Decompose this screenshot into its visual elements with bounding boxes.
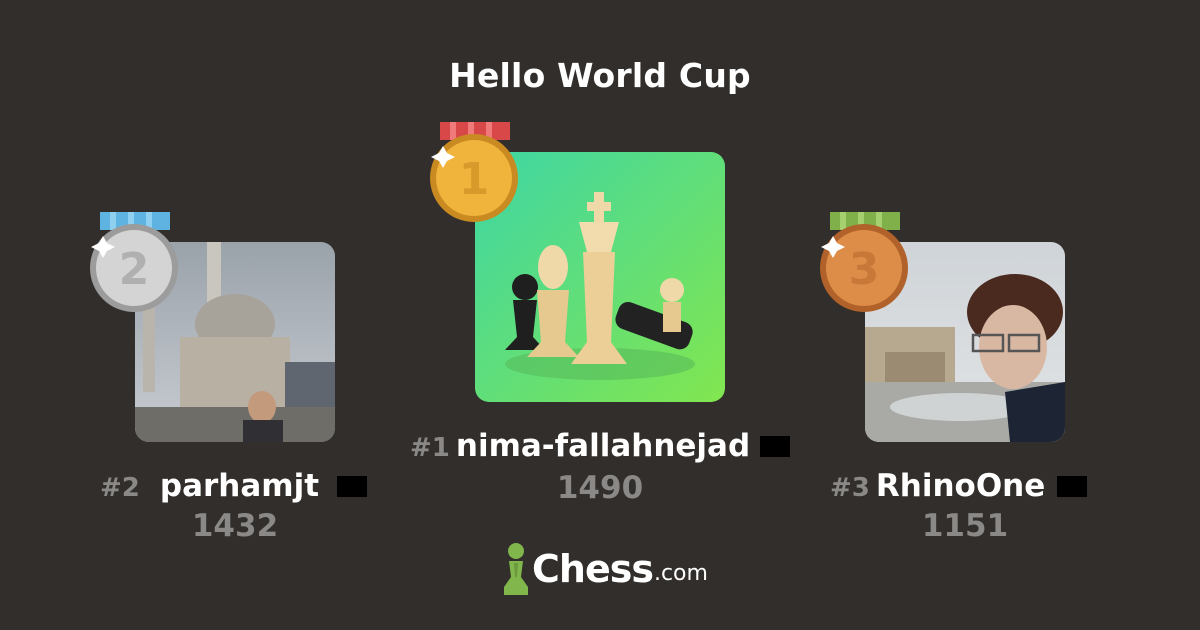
player-row-second: #2 parhamjt [100, 468, 368, 504]
player-score: 1151 [921, 508, 1009, 544]
brand-suffix: .com [653, 561, 708, 586]
chess-com-logo[interactable]: Chess .com [500, 540, 708, 598]
player-row-third: #3 RhinoOne [830, 468, 1088, 504]
username-link[interactable]: RhinoOne [876, 468, 1045, 504]
player-row-first: #1 nima-fallahnejad [410, 428, 791, 464]
country-flag-icon [760, 435, 791, 457]
gold-medal-icon: 1 [428, 120, 520, 224]
rank-label: #2 [100, 473, 140, 503]
svg-text:1: 1 [459, 154, 490, 205]
silver-medal-icon: 2 [88, 210, 180, 314]
rank-label: #3 [830, 473, 870, 503]
brand-name: Chess [532, 547, 654, 591]
pawn-logo-icon [504, 543, 528, 595]
svg-text:2: 2 [119, 244, 150, 295]
svg-text:3: 3 [849, 244, 880, 295]
username-link[interactable]: nima-fallahnejad [456, 428, 750, 464]
username-link[interactable]: parhamjt [160, 468, 319, 504]
bronze-medal-icon: 3 [818, 210, 910, 314]
player-score: 1432 [191, 508, 279, 544]
rank-label: #1 [410, 433, 450, 463]
page-title: Hello World Cup [449, 56, 751, 95]
country-flag-icon [1057, 475, 1088, 497]
player-score: 1490 [556, 470, 644, 506]
country-flag-icon [337, 475, 368, 497]
